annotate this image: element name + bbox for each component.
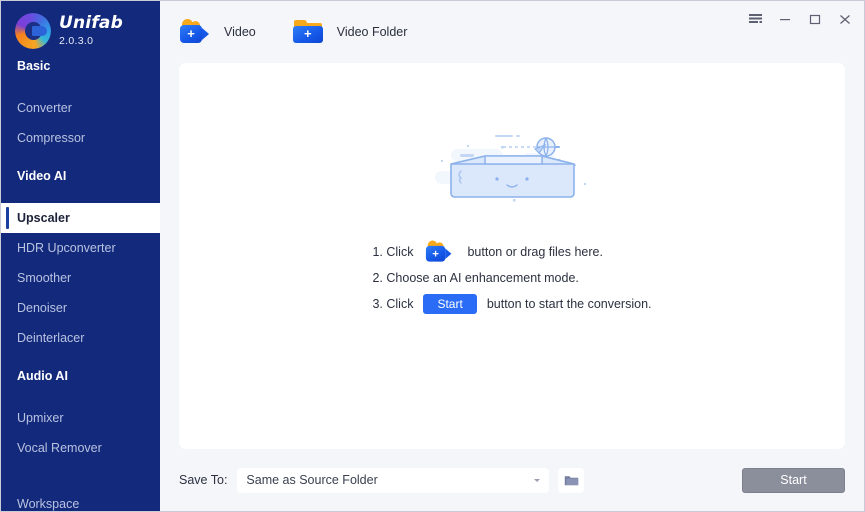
step-3-suffix: button to start the conversion. [486,297,652,311]
sidebar-item-denoiser[interactable]: Denoiser [1,293,160,323]
unifab-logo-icon [15,13,51,49]
app-brand: Unifab 2.0.3.0 [1,1,160,49]
app-name: Unifab [59,13,123,34]
sidebar-group-audio-ai: Audio AI [17,369,68,383]
browse-folder-button[interactable] [558,467,585,493]
sidebar-item-compressor[interactable]: Compressor [1,123,160,153]
save-to-value: Same as Source Folder [246,473,378,487]
maximize-icon[interactable] [800,7,830,31]
video-icon-inline: + [426,240,456,264]
chevron-down-icon [534,478,541,482]
add-video-label: Video [224,25,256,39]
sidebar-item-vocal-remover[interactable]: Vocal Remover [1,433,160,463]
step-1: 1. Click + button or drag files here. [372,239,651,265]
step-3-prefix: 3. Click [372,297,414,311]
folder-plus-icon: + [292,19,326,45]
step-2-text: 2. Choose an AI enhancement mode. [372,271,579,285]
step-1-suffix: button or drag files here. [467,245,603,259]
save-to-label: Save To: [179,473,228,487]
menu-icon[interactable] [740,7,770,31]
close-icon[interactable] [830,7,860,31]
sidebar-group-basic: Basic [17,59,51,73]
minimize-icon[interactable] [770,7,800,31]
instruction-steps: 1. Click + button or drag files here. 2.… [372,239,652,317]
start-pill-badge: Start [423,294,477,314]
file-dropzone[interactable]: 1. Click + button or drag files here. 2.… [179,63,845,449]
app-version: 2.0.3.0 [59,35,94,48]
add-video-folder-button[interactable]: + Video Folder [292,19,408,45]
sidebar-item-smoother[interactable]: Smoother [1,263,160,293]
sidebar-item-hdr-upconverter[interactable]: HDR Upconverter [1,233,160,263]
sidebar: Unifab 2.0.3.0 Basic Converter Compresso… [1,1,160,511]
empty-box-illustration [427,123,597,213]
sidebar-item-workspace[interactable]: Workspace [1,489,160,511]
sidebar-item-upmixer[interactable]: Upmixer [1,403,160,433]
step-3: 3. Click Start button to start the conve… [372,291,652,317]
start-button-label: Start [780,473,807,487]
sidebar-item-converter[interactable]: Converter [1,93,160,123]
folder-icon [564,475,579,485]
step-2: 2. Choose an AI enhancement mode. [372,265,651,291]
start-button[interactable]: Start [742,467,845,493]
add-video-button[interactable]: + Video [179,19,256,45]
sidebar-item-deinterlacer[interactable]: Deinterlacer [1,323,160,353]
unifab-window: Unifab 2.0.3.0 Basic Converter Compresso… [0,0,865,512]
add-video-folder-label: Video Folder [336,25,408,39]
step-1-prefix: 1. Click [372,245,414,259]
sidebar-group-video-ai: Video AI [17,169,67,183]
video-icon: + [179,19,213,45]
main-area: + Video + Video Folder 1. Click + button… [160,1,864,511]
bottom-bar: Save To: Same as Source Folder Start [160,449,864,511]
window-controls [740,7,860,31]
save-to-select[interactable]: Same as Source Folder [237,467,550,493]
sidebar-item-upscaler[interactable]: Upscaler [1,203,160,233]
